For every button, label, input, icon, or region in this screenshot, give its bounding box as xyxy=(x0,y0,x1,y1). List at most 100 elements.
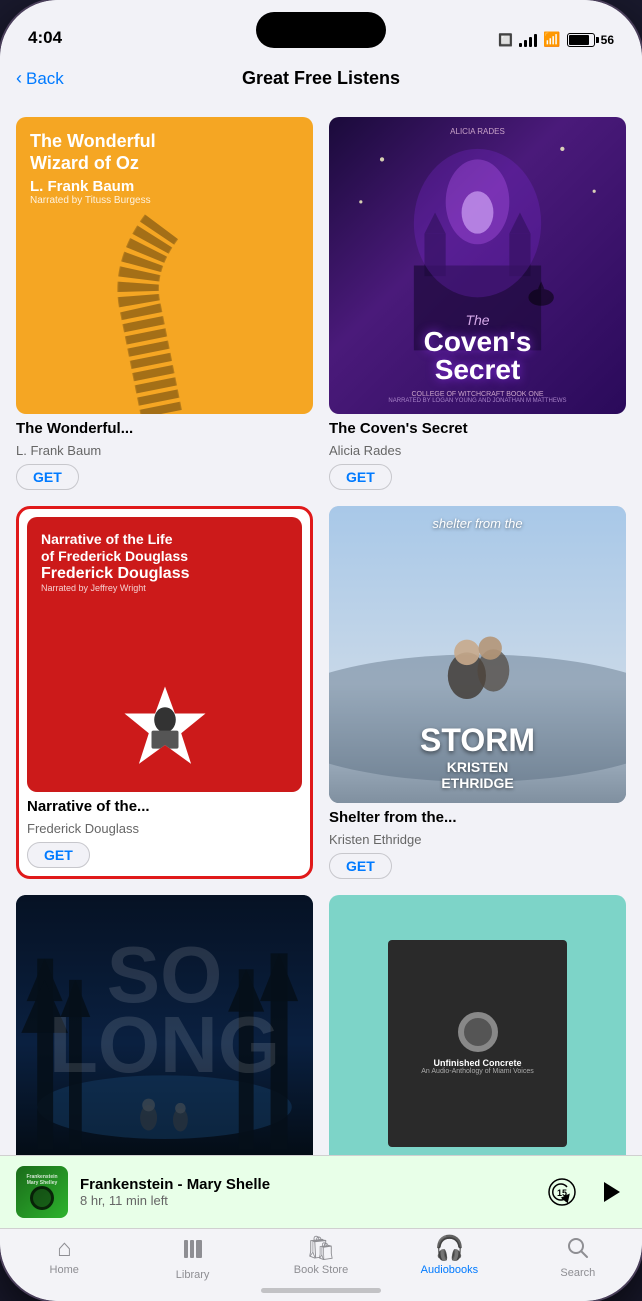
shelter-top-title: shelter from the xyxy=(329,516,626,531)
coven-author: Alicia Rades xyxy=(329,443,626,458)
shelter-title: Shelter from the... xyxy=(329,809,626,826)
wizard-title: The Wonderful... xyxy=(16,420,313,437)
dynamic-island xyxy=(256,12,386,48)
wizard-road-illustration xyxy=(16,206,307,414)
tab-home[interactable]: ⌂ Home xyxy=(0,1237,128,1281)
douglass-author: Frederick Douglass xyxy=(27,821,302,836)
frankenstein-gear-icon xyxy=(30,1186,54,1210)
tab-search[interactable]: Search xyxy=(514,1237,642,1281)
signal-bar-4 xyxy=(534,34,537,47)
tab-bookstore[interactable]: 🛍 Book Store xyxy=(257,1237,385,1281)
now-playing-controls: 15 xyxy=(546,1176,626,1208)
svg-text:15: 15 xyxy=(557,1188,567,1198)
nav-header: ‹ Back Great Free Listens xyxy=(0,56,642,101)
wizard-cover-narrator: Narrated by Tituss Burgess xyxy=(30,195,151,206)
wizard-cover-author: L. Frank Baum xyxy=(30,178,134,195)
tab-audiobooks[interactable]: 🎧 Audiobooks xyxy=(385,1237,513,1281)
home-icon: ⌂ xyxy=(57,1237,72,1261)
battery-percent: 56 xyxy=(601,33,614,47)
frankenstein-top-text: FrankensteinMary Shelley xyxy=(26,1174,57,1186)
book-item-concrete[interactable]: Unfinished Concrete An Audio-Anthology o… xyxy=(329,895,626,1155)
shelter-title-cursive: shelter from the xyxy=(329,516,626,531)
frankenstein-art: FrankensteinMary Shelley xyxy=(16,1166,68,1218)
book-cover-solong[interactable]: BLAKE PIERCE xyxy=(16,895,313,1155)
signal-bar-2 xyxy=(524,40,527,47)
book-item-shelter[interactable]: shelter from the STORM KRISTENETHRIDGE S… xyxy=(329,506,626,879)
douglass-star-illustration xyxy=(120,682,210,772)
solong-big-text: SO LONG xyxy=(16,935,313,1085)
coven-title: The Coven's Secret xyxy=(329,420,626,437)
store-icon: 🛍 xyxy=(306,1237,336,1261)
coven-series: COLLEGE OF WITCHCRAFT BOOK ONE NARRATED … xyxy=(329,391,626,404)
skip-back-icon: 15 xyxy=(547,1177,577,1207)
back-label: Back xyxy=(26,69,64,89)
book-item-coven[interactable]: ALICIA RADES xyxy=(329,117,626,490)
book-item-wizard[interactable]: The WonderfulWizard of Oz L. Frank Baum … xyxy=(16,117,313,490)
solong-long: LONG xyxy=(16,1005,313,1085)
play-button[interactable] xyxy=(594,1176,626,1208)
coven-narrator-text: NARRATED BY LOGAN YOUNG AND JONATHAN M M… xyxy=(329,398,626,404)
books-grid: The WonderfulWizard of Oz L. Frank Baum … xyxy=(16,117,626,1155)
concrete-inner-card: Unfinished Concrete An Audio-Anthology o… xyxy=(388,940,566,1148)
home-indicator xyxy=(261,1288,381,1293)
signal-bar-1 xyxy=(519,43,522,47)
concrete-cover-subtitle: An Audio-Anthology of Miami Voices xyxy=(421,1068,533,1075)
now-playing-info: Frankenstein - Mary Shelle 8 hr, 11 min … xyxy=(80,1176,534,1208)
tab-library-label: Library xyxy=(176,1269,210,1281)
book-cover-douglass[interactable]: Narrative of the Lifeof Frederick Dougla… xyxy=(27,517,302,792)
tab-bookstore-label: Book Store xyxy=(294,1264,348,1276)
status-icons: 🔲 📶 56 xyxy=(498,31,614,48)
content-area[interactable]: The WonderfulWizard of Oz L. Frank Baum … xyxy=(0,101,642,1155)
tab-audiobooks-label: Audiobooks xyxy=(421,1264,479,1276)
book-cover-wizard[interactable]: The WonderfulWizard of Oz L. Frank Baum … xyxy=(16,117,313,414)
now-playing-time: 8 hr, 11 min left xyxy=(80,1193,534,1208)
now-playing-artwork: FrankensteinMary Shelley xyxy=(16,1166,68,1218)
tab-search-label: Search xyxy=(560,1267,595,1279)
douglass-cover-title1: Narrative of the Lifeof Frederick Dougla… xyxy=(41,531,288,565)
audiobooks-icon: 🎧 xyxy=(434,1237,464,1261)
coven-series-text: COLLEGE OF WITCHCRAFT BOOK ONE xyxy=(329,391,626,398)
coven-title-main: Coven'sSecret xyxy=(329,328,626,384)
status-time: 4:04 xyxy=(28,28,62,48)
wizard-author: L. Frank Baum xyxy=(16,443,313,458)
phone-frame: 4:04 🔲 📶 56 ‹ Back xyxy=(0,0,642,1301)
shelter-get-button[interactable]: GET xyxy=(329,853,392,879)
signal-bars xyxy=(519,33,537,47)
wifi-icon: 📶 xyxy=(543,31,560,48)
shelter-author-display: KRISTENETHRIDGE xyxy=(420,759,535,791)
wizard-cover-title: The WonderfulWizard of Oz xyxy=(30,131,156,174)
now-playing-bar[interactable]: FrankensteinMary Shelley Frankenstein - … xyxy=(0,1155,642,1228)
book-cover-concrete[interactable]: Unfinished Concrete An Audio-Anthology o… xyxy=(329,895,626,1155)
phone-screen: 4:04 🔲 📶 56 ‹ Back xyxy=(0,0,642,1301)
tab-home-label: Home xyxy=(50,1264,79,1276)
book-item-solong[interactable]: BLAKE PIERCE xyxy=(16,895,313,1155)
douglass-get-button[interactable]: GET xyxy=(27,842,90,868)
battery xyxy=(567,33,595,47)
sim-icon: 🔲 xyxy=(498,33,513,47)
concrete-cover-title: Unfinished Concrete xyxy=(433,1058,521,1068)
back-button[interactable]: ‹ Back xyxy=(16,68,64,89)
page-title: Great Free Listens xyxy=(242,68,400,89)
shelter-author: Kristen Ethridge xyxy=(329,832,626,847)
wizard-get-button[interactable]: GET xyxy=(16,464,79,490)
book-cover-coven[interactable]: ALICIA RADES xyxy=(329,117,626,414)
play-icon xyxy=(596,1178,624,1206)
douglass-cover-narrator: Narrated by Jeffrey Wright xyxy=(41,583,288,593)
signal-bar-3 xyxy=(529,37,532,47)
coven-get-button[interactable]: GET xyxy=(329,464,392,490)
shelter-bottom-text: STORM KRISTENETHRIDGE xyxy=(420,722,535,791)
coven-title-container: The Coven'sSecret xyxy=(329,312,626,384)
battery-fill xyxy=(569,35,589,45)
back-chevron-icon: ‹ xyxy=(16,68,22,89)
douglass-title: Narrative of the... xyxy=(27,798,302,815)
tab-library[interactable]: Library xyxy=(128,1237,256,1281)
book-item-douglass[interactable]: Narrative of the Lifeof Frederick Dougla… xyxy=(16,506,313,879)
now-playing-title: Frankenstein - Mary Shelle xyxy=(80,1176,534,1193)
shelter-storm-text: STORM xyxy=(420,722,535,759)
douglass-cover-author: Frederick Douglass xyxy=(41,565,288,583)
concrete-record-icon xyxy=(458,1012,498,1052)
search-icon xyxy=(567,1237,589,1264)
library-icon xyxy=(181,1237,205,1266)
skip-back-button[interactable]: 15 xyxy=(546,1176,578,1208)
book-cover-shelter[interactable]: shelter from the STORM KRISTENETHRIDGE xyxy=(329,506,626,803)
